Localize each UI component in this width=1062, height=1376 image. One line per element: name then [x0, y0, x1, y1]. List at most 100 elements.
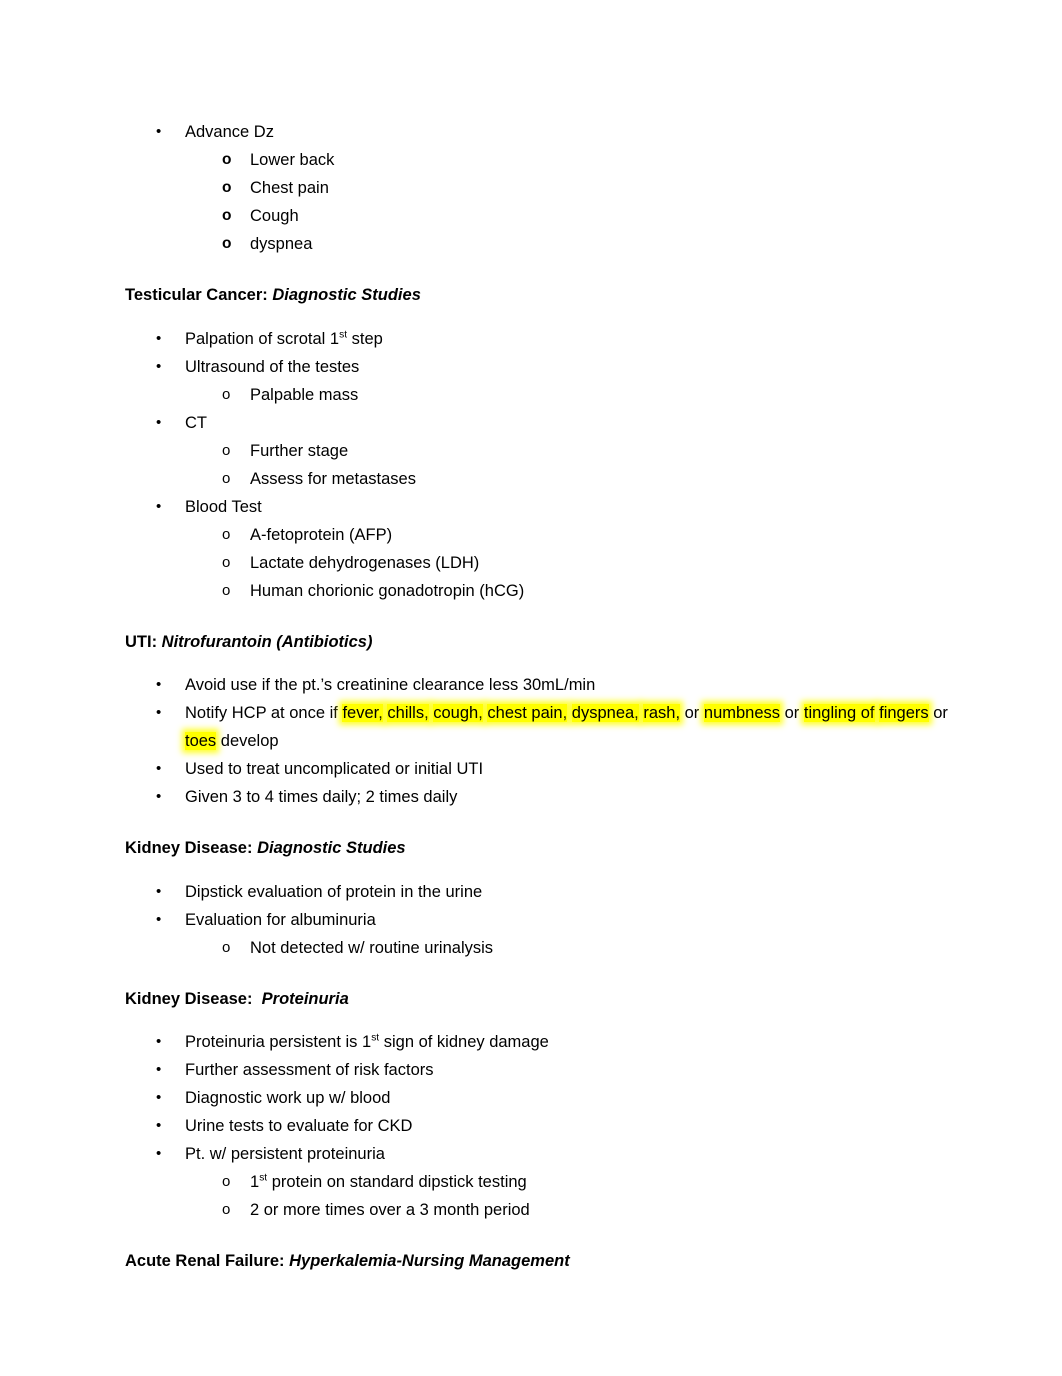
highlighted-text: fingers — [879, 704, 929, 722]
list-item: • Pt. w/ persistent proteinuria — [125, 1140, 955, 1168]
list-item-content: Further assessment of risk factors — [185, 1061, 434, 1079]
list-item-content: Dipstick evaluation of protein in the ur… — [185, 883, 482, 901]
highlighted-text: tingling of — [803, 704, 875, 722]
list-item-content: 1st protein on standard dipstick testing — [250, 1173, 527, 1191]
bullet-icon: • — [156, 910, 162, 928]
bullet-icon: • — [156, 760, 162, 777]
sub-list-item: o Further stage — [125, 437, 955, 465]
list-item-text: Used to treat uncomplicated or initial U… — [185, 760, 484, 778]
sub-list-item: o Cough — [125, 202, 955, 230]
bullet-icon: • — [156, 1089, 162, 1106]
bullet-icon: • — [156, 1061, 162, 1078]
bullet-icon: • — [156, 1033, 162, 1050]
list-item-text: Proteinuria persistent is 1 — [185, 1033, 372, 1051]
list-item: • Proteinuria persistent is 1st sign of k… — [125, 1028, 955, 1056]
sub-list-item: o Chest pain — [125, 174, 955, 202]
section-heading-uti-nitrofurantoin: UTI: Nitrofurantoin (Antibiotics) — [125, 632, 955, 651]
sub-list-item: o A-fetoprotein (AFP) — [125, 521, 955, 549]
list-item-text: or — [780, 704, 804, 722]
list-item-text: Human chorionic gonadotropin (hCG) — [250, 581, 525, 600]
list-item-text: CT — [185, 413, 207, 432]
list-item-content: Used to treat uncomplicated or initial U… — [185, 760, 483, 778]
sub-bullet-icon: o — [222, 235, 232, 252]
list-item-text: Pt. w/ persistent proteinuria — [185, 1145, 385, 1163]
list-item-content: Human chorionic gonadotropin (hCG) — [250, 582, 524, 600]
sub-bullet-icon: o — [222, 441, 231, 459]
list-item-text: A-fetoprotein (AFP) — [250, 525, 393, 544]
ordinal-superscript: st — [259, 1172, 268, 1184]
list-item-text: Further stage — [250, 441, 349, 460]
vertical-spacer — [125, 258, 955, 287]
list-item-content: Palpation of scrotal 1st step — [185, 329, 383, 348]
list-item-text: step — [347, 329, 383, 348]
highlighted-text: dyspnea, — [571, 704, 639, 722]
sub-bullet-icon: o — [222, 553, 231, 571]
list-item-text: Assess for metastases — [250, 469, 416, 488]
list-item-content: Lower back — [250, 151, 334, 169]
list-item-text: Chest pain — [250, 179, 329, 197]
list-item-text: Lower back — [250, 151, 335, 169]
highlighted-text: toes — [185, 732, 217, 750]
list-item-content: Advance Dz — [185, 123, 274, 141]
bullet-icon: • — [156, 123, 162, 140]
list-item-text: Palpation of scrotal 1 — [185, 329, 340, 348]
sub-bullet-icon: o — [222, 469, 231, 487]
vertical-spacer — [125, 857, 955, 878]
list-item-content: Not detected w/ routine urinalysis — [250, 939, 493, 957]
list-item-text: protein on standard dipstick testing — [267, 1173, 527, 1191]
list-item-text: or — [928, 704, 948, 722]
list-item: • Given 3 to 4 times daily; 2 times daily — [125, 783, 955, 811]
heading-emphasis: Nitrofurantoin (Antibiotics) — [161, 632, 373, 651]
bullet-icon: • — [156, 1145, 162, 1162]
list-item-content: dyspnea — [250, 235, 312, 253]
list-item-content: Further stage — [250, 442, 348, 460]
heading-emphasis: Hyperkalemia-Nursing Management — [289, 1252, 570, 1270]
section-heading-kidney-disease-proteinuria: Kidney Disease: Proteinuria — [125, 990, 955, 1008]
sub-list-item: o Human chorionic gonadotropin (hCG) — [125, 577, 955, 605]
list-item-text: Notify HCP at once if — [185, 704, 343, 722]
list-item-text: Ultrasound of the testes — [185, 357, 360, 376]
list-item-text: or — [680, 704, 704, 722]
bullet-icon: • — [156, 704, 162, 721]
list-item-content: Palpable mass — [250, 386, 358, 404]
list-item-content: Ultrasound of the testes — [185, 358, 359, 376]
section-list-uti-nitrofurantoin: • Avoid use if the pt.’s creatinine clear… — [125, 671, 955, 811]
vertical-spacer — [125, 811, 955, 840]
sub-bullet-icon: o — [222, 207, 232, 224]
sub-list-item: o Lower back — [125, 146, 955, 174]
list-item-content: Blood Test — [185, 498, 262, 516]
list-item-text: dyspnea — [250, 235, 313, 253]
document-page: • Advance Dz o Lower back o Chest pain o Cough o… — [0, 0, 1062, 1376]
list-item-text: Lactate dehydrogenases (LDH) — [250, 553, 480, 572]
list-item-content: Assess for metastases — [250, 470, 416, 488]
heading-emphasis: Diagnostic Studies — [272, 286, 421, 304]
sub-list-item: o Lactate dehydrogenases (LDH) — [125, 549, 955, 577]
list-item: • Blood Test — [125, 493, 955, 521]
bullet-icon: • — [156, 357, 162, 375]
list-item-content: CT — [185, 414, 207, 432]
sub-bullet-icon: o — [222, 151, 232, 168]
section-list-kidney-disease-diagnostic: • Dipstick evaluation of protein in the u… — [125, 878, 955, 962]
sub-bullet-icon: o — [222, 581, 231, 599]
list-item: • Evaluation for albuminuria — [125, 906, 955, 934]
list-item-content: Proteinuria persistent is 1st sign of ki… — [185, 1033, 549, 1051]
section-heading-testicular-cancer: Testicular Cancer: Diagnostic Studies — [125, 287, 955, 304]
highlighted-text: rash, — [643, 704, 681, 722]
list-item-content: Evaluation for albuminuria — [185, 911, 376, 929]
highlighted-text: fever, — [342, 704, 383, 722]
list-item-content: Pt. w/ persistent proteinuria — [185, 1145, 385, 1163]
sub-list-item: o 2 or more times over a 3 month period — [125, 1196, 955, 1224]
sub-bullet-icon: o — [222, 525, 231, 543]
section-list-kidney-disease-proteinuria: • Proteinuria persistent is 1st sign of k… — [125, 1028, 955, 1224]
list-item-text: Given 3 to 4 times daily; 2 times daily — [185, 788, 458, 806]
list-item-text: develop — [216, 732, 279, 750]
list-item-text: Further assessment of risk factors — [185, 1061, 434, 1079]
list-item-text: Palpable mass — [250, 385, 359, 404]
heading-emphasis: Diagnostic Studies — [257, 839, 406, 857]
vertical-spacer — [125, 1007, 955, 1028]
heading-lead: Testicular Cancer: — [125, 286, 273, 304]
list-item-content: Chest pain — [250, 179, 329, 197]
heading-lead: UTI: — [125, 632, 162, 651]
sub-bullet-icon: o — [222, 179, 232, 196]
list-item-text: Cough — [250, 207, 299, 225]
